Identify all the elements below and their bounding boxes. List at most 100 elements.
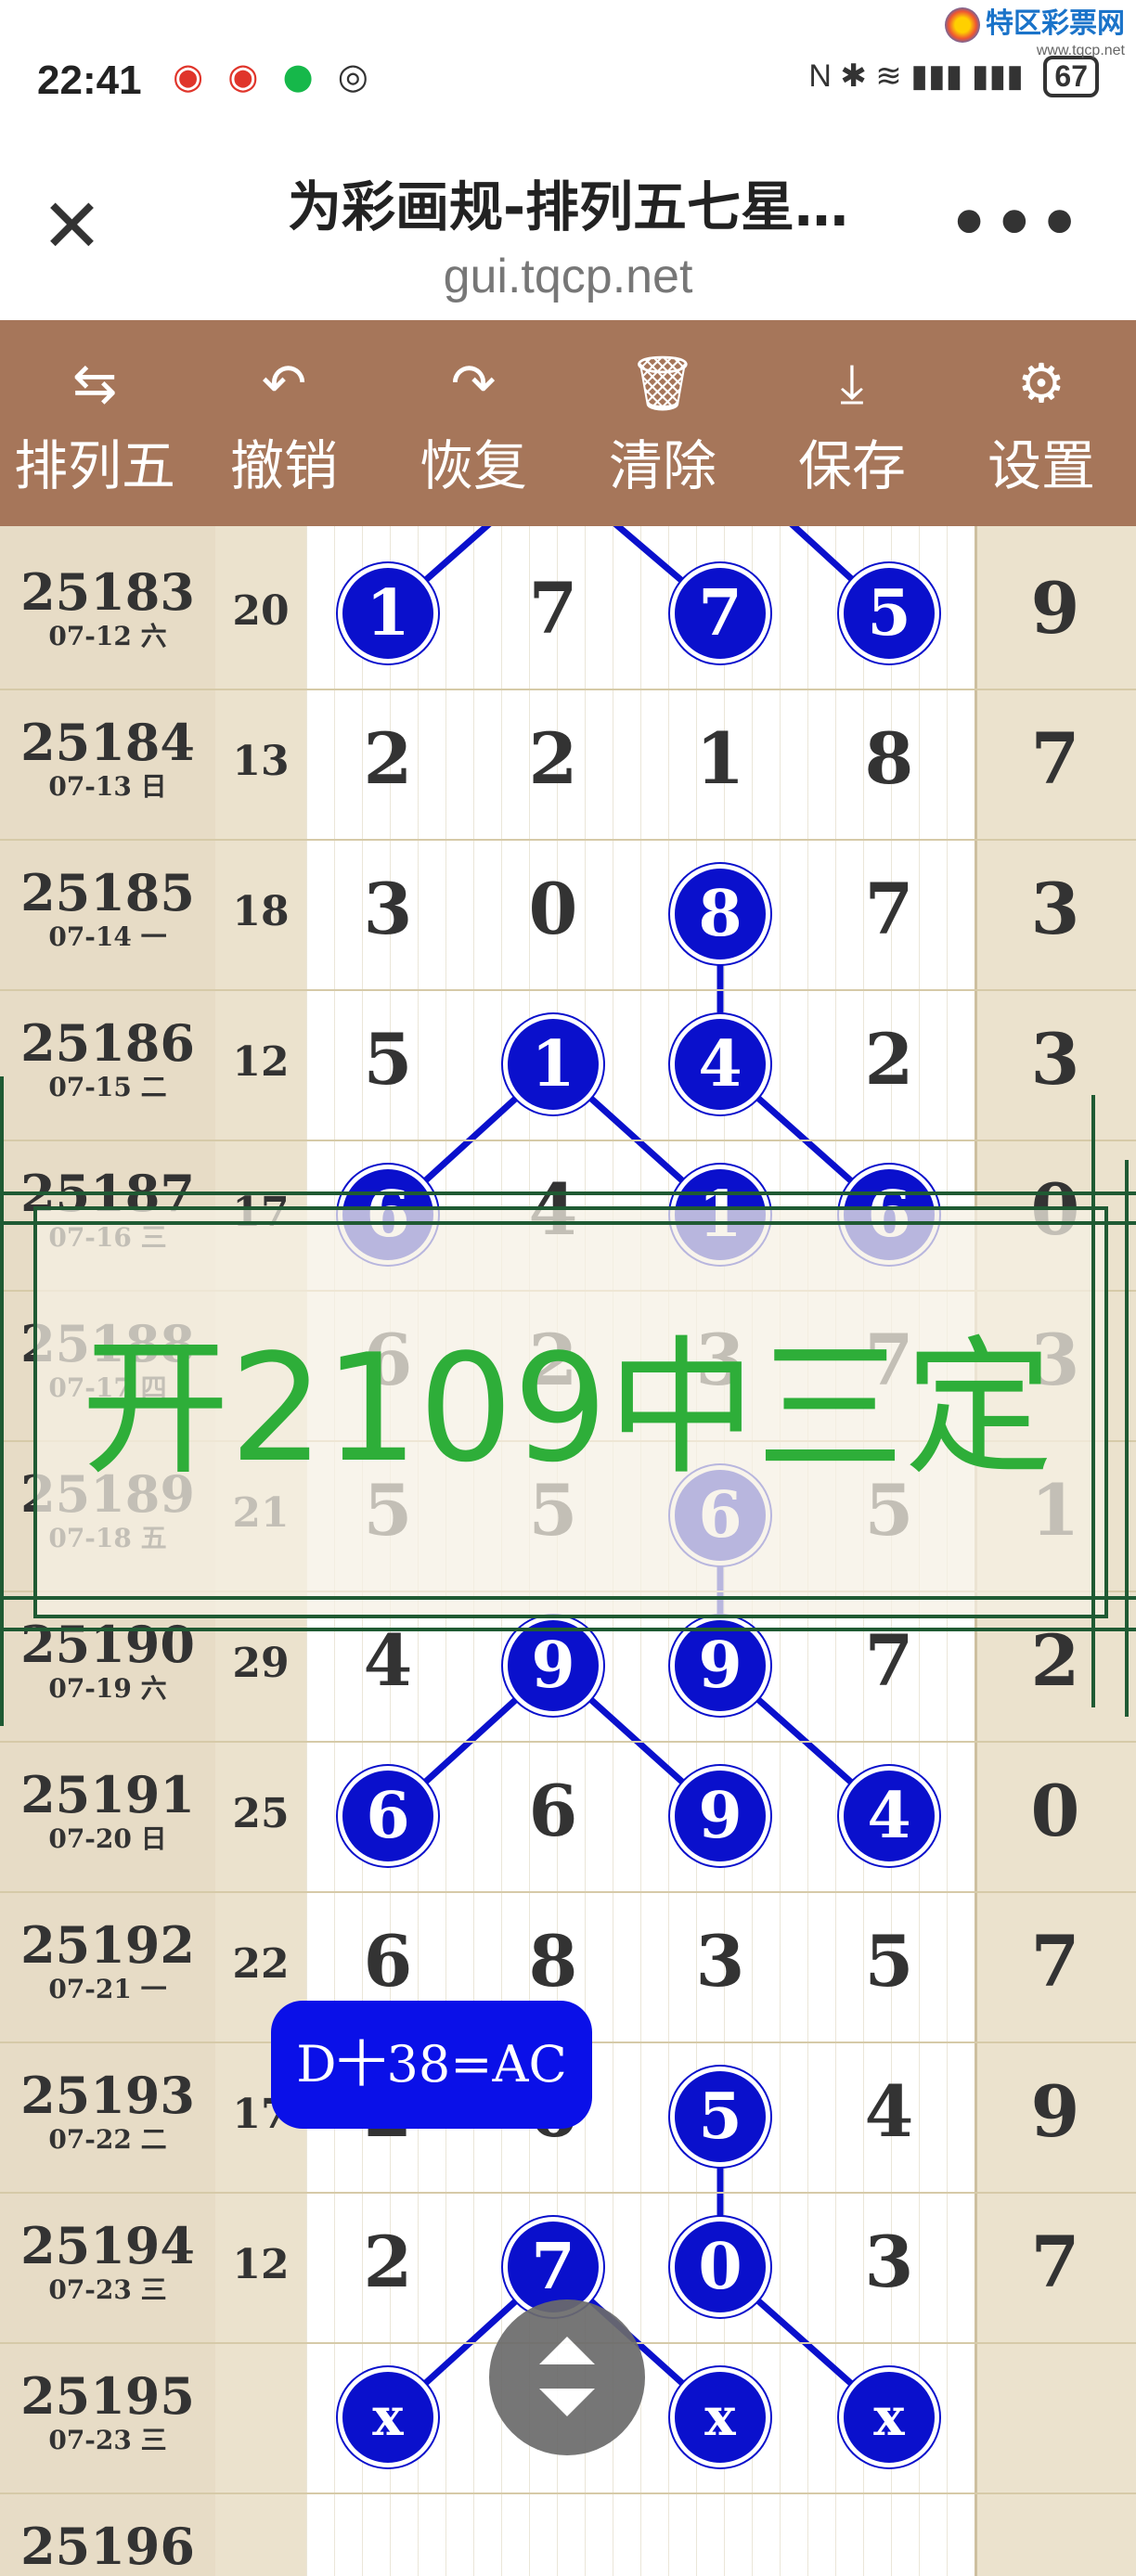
marked-ball[interactable]: 8 <box>670 864 770 964</box>
issue-cell: 25184 07-13 日 <box>0 714 215 803</box>
digit-cell[interactable]: 4 <box>342 1619 434 1702</box>
row-separator <box>0 1891 1136 1893</box>
chevron-up-icon <box>539 2337 595 2364</box>
issue-date: 07-20 日 <box>48 1823 167 1854</box>
digit-cell[interactable]: 8 <box>843 717 936 800</box>
marked-ball[interactable]: 4 <box>670 1014 770 1114</box>
switch-game-label: 排列五 <box>13 434 175 497</box>
digit-cell[interactable]: 5 <box>843 1920 936 2003</box>
issue-number: 25183 <box>20 562 195 622</box>
overlay-text: 开2109中三定 <box>81 1321 1053 1495</box>
weibo-icon: ◉ <box>227 56 259 97</box>
redo-label: 恢复 <box>419 434 527 497</box>
gear-icon: ⚙ <box>1017 352 1065 415</box>
marked-ball[interactable]: x <box>338 2367 438 2467</box>
issue-number: 25185 <box>20 863 195 922</box>
marked-ball[interactable]: 9 <box>670 1766 770 1866</box>
fifth-digit-cell: 3 <box>1030 1018 1080 1101</box>
undo-label: 撤销 <box>229 434 338 497</box>
digit-cell[interactable]: 2 <box>843 1018 936 1101</box>
more-options-icon[interactable]: ••• <box>949 186 1084 262</box>
save-button[interactable]: ⤓ 保存 <box>757 320 947 526</box>
watermark-name: 特区彩票网 <box>986 7 1125 39</box>
sum-value: 29 <box>232 1640 290 1687</box>
redo-button[interactable]: ↷ 恢复 <box>379 320 568 526</box>
marked-ball[interactable]: 1 <box>338 563 438 663</box>
trash-icon: 🗑 <box>628 352 697 415</box>
fifth-digit-cell: 7 <box>1030 717 1080 800</box>
row-separator <box>0 989 1136 991</box>
digit-cell[interactable]: 2 <box>342 717 434 800</box>
row-separator <box>0 1140 1136 1141</box>
wechat-icon: ● <box>282 56 314 97</box>
digit-cell[interactable]: 6 <box>507 1770 600 1852</box>
fifth-digit-cell: 7 <box>1030 1920 1080 2003</box>
save-label: 保存 <box>797 434 906 497</box>
marked-ball[interactable]: 4 <box>839 1766 939 1866</box>
issue-cell: 25183 07-12 六 <box>0 563 215 652</box>
digit-cell[interactable]: 1 <box>674 717 767 800</box>
marked-ball[interactable]: 5 <box>670 2067 770 2167</box>
sum-value: 22 <box>232 1940 290 1988</box>
digit-cell[interactable]: 7 <box>507 567 600 650</box>
scroll-toggle-button[interactable] <box>489 2299 645 2455</box>
issue-number: 25196 <box>20 2517 195 2576</box>
undo-button[interactable]: ↶ 撤销 <box>189 320 379 526</box>
row-separator <box>0 2192 1136 2194</box>
fifth-digit-cell: 0 <box>1030 1770 1080 1852</box>
issue-cell: 25195 07-23 三 <box>0 2367 215 2456</box>
issue-cell: 25185 07-14 一 <box>0 864 215 953</box>
marked-ball[interactable]: 1 <box>503 1014 603 1114</box>
sum-value: 12 <box>232 1038 290 1086</box>
clear-label: 清除 <box>608 434 716 497</box>
digit-cell[interactable]: 6 <box>342 1920 434 2003</box>
marked-ball[interactable]: 6 <box>338 1766 438 1866</box>
digit-cell[interactable]: 3 <box>342 868 434 950</box>
battery-icon: 67 <box>1043 56 1099 97</box>
marked-ball[interactable]: 5 <box>839 563 939 663</box>
marked-ball[interactable]: x <box>670 2367 770 2467</box>
digit-cell[interactable]: 7 <box>843 1619 936 1702</box>
swap-icon: ⇆ <box>71 352 118 415</box>
weibo-icon: ◉ <box>173 56 204 97</box>
settings-button[interactable]: ⚙ 设置 <box>947 320 1136 526</box>
formula-tooltip[interactable]: D十38=AC <box>271 2001 592 2129</box>
row-separator <box>0 1741 1136 1743</box>
issue-date: 07-23 三 <box>48 2425 167 2455</box>
fifth-digit-cell: 7 <box>1030 2221 1080 2303</box>
digit-cell[interactable]: 8 <box>507 1920 600 2003</box>
digit-cell[interactable]: 2 <box>342 2221 434 2303</box>
fifth-digit-cell: 3 <box>1030 868 1080 950</box>
issue-date: 07-13 日 <box>48 771 167 802</box>
issue-number: 25190 <box>20 1615 195 1674</box>
clear-button[interactable]: 🗑 清除 <box>568 320 757 526</box>
digit-cell[interactable]: 5 <box>342 1018 434 1101</box>
switch-game-button[interactable]: ⇆ 排列五 <box>0 320 189 526</box>
marked-ball[interactable]: x <box>839 2367 939 2467</box>
issue-number: 25191 <box>20 1765 195 1824</box>
row-separator <box>0 2492 1136 2494</box>
digit-cell[interactable]: 7 <box>843 868 936 950</box>
fifth-digit-cell: 2 <box>1030 1619 1080 1702</box>
issue-cell: 25186 07-15 二 <box>0 1014 215 1103</box>
issue-cell: 25196 <box>0 2518 215 2575</box>
watermark-url: www.tqcp.net <box>1036 43 1125 58</box>
signal-icons: N ✱ ≋ ▮▮▮ ▮▮▮ <box>808 58 1024 94</box>
issue-number: 25194 <box>20 2216 195 2275</box>
row-separator <box>0 839 1136 841</box>
sum-value: 25 <box>232 1790 290 1837</box>
toolbar: ⇆ 排列五 ↶ 撤销 ↷ 恢复 🗑 清除 ⤓ 保存 ⚙ 设置 <box>0 320 1136 526</box>
digit-cell[interactable]: 2 <box>507 717 600 800</box>
issue-date: 07-21 一 <box>48 1974 167 2004</box>
digit-cell[interactable]: 3 <box>843 2221 936 2303</box>
digit-cell[interactable]: 4 <box>843 2070 936 2153</box>
status-app-icons: ◉ ◉ ● ◎ <box>173 56 381 97</box>
issue-number: 25184 <box>20 713 195 772</box>
issue-date: 07-22 二 <box>48 2124 167 2155</box>
marked-ball[interactable]: 7 <box>670 563 770 663</box>
marked-ball[interactable]: 0 <box>670 2217 770 2317</box>
issue-number: 25195 <box>20 2366 195 2426</box>
digit-cell[interactable]: 3 <box>674 1920 767 2003</box>
fifth-digit-cell: 9 <box>1030 567 1080 650</box>
digit-cell[interactable]: 0 <box>507 868 600 950</box>
